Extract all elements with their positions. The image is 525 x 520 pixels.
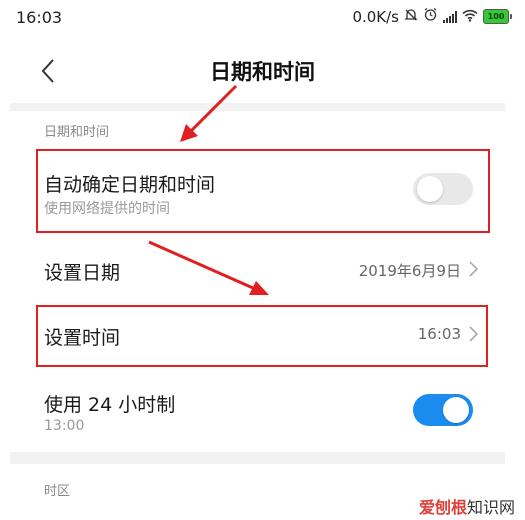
page-title: 日期和时间 [210,60,315,84]
use-24h-title: 使用 24 小时制 [44,394,176,416]
chevron-right-icon [469,261,479,277]
set-time-title: 设置时间 [44,327,121,349]
signal-icon [443,10,457,23]
mute-icon [404,8,418,26]
watermark-suffix: 知识网 [466,498,515,517]
auto-datetime-title: 自动确定日期和时间 [44,174,216,196]
section-label-timezone: 时区 [44,484,71,499]
watermark: 爱刨根知识网 [419,494,515,518]
section-label-date-time: 日期和时间 [44,125,110,140]
use-24h-toggle[interactable] [413,394,473,426]
wifi-icon [462,8,478,26]
use-24h-subtitle: 13:00 [44,418,85,434]
toggle-knob [417,176,443,202]
battery-icon: 100 [483,9,512,24]
app-header: 日期和时间 [0,34,525,104]
auto-datetime-row[interactable]: 自动确定日期和时间 使用网络提供的时间 [10,146,505,232]
chevron-right-icon [469,326,479,342]
status-bar: 16:03 0.0K/s 100 [0,0,525,34]
section-divider [10,103,505,111]
set-date-row[interactable]: 设置日期 2019年6月9日 [10,236,505,302]
alarm-icon [423,7,438,26]
set-date-title: 设置日期 [44,262,121,284]
set-date-value: 2019年6月9日 [358,262,461,280]
status-icons: 0.0K/s 100 [352,7,512,26]
watermark-brand: 爱刨根 [418,498,467,517]
net-speed: 0.0K/s [352,7,399,26]
toggle-knob [443,397,469,423]
auto-datetime-toggle[interactable] [413,173,473,205]
section-divider [10,452,505,464]
auto-datetime-subtitle: 使用网络提供的时间 [44,201,170,217]
set-time-value: 16:03 [417,325,461,343]
use-24h-row[interactable]: 使用 24 小时制 13:00 [10,372,505,448]
set-time-row[interactable]: 设置时间 16:03 [10,305,505,367]
status-time: 16:03 [16,8,63,27]
